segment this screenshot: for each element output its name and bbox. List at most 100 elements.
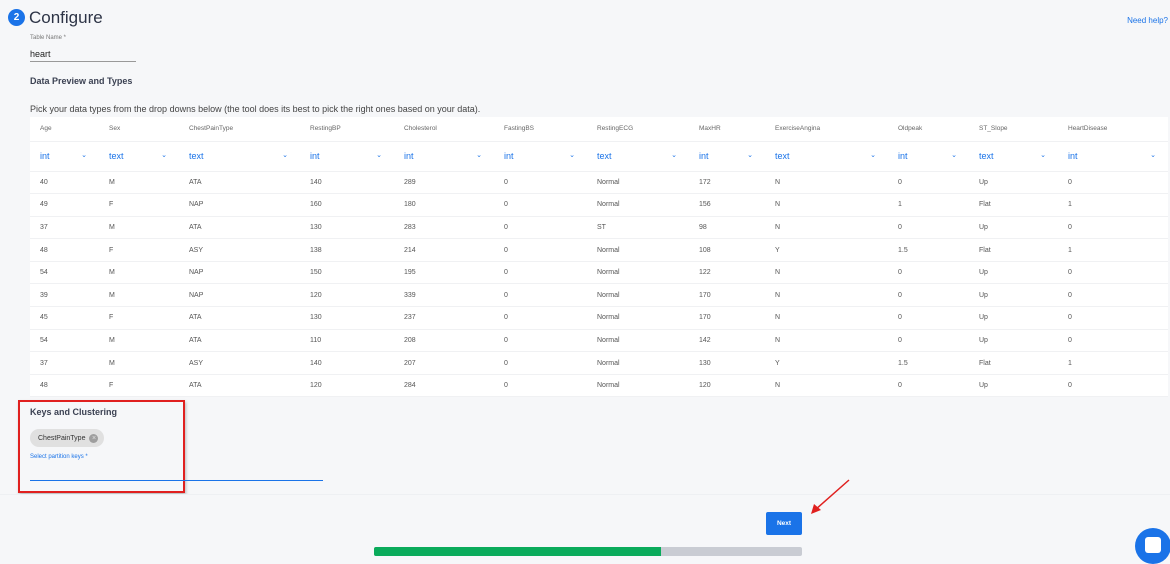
table-row: 49 F NAP 160 180 0 Normal 156 N 1 Flat 1 (30, 193, 1168, 217)
table-cell: 130 (300, 306, 394, 330)
type-value: text (597, 151, 612, 161)
type-dropdown[interactable]: int ⌄ (888, 141, 969, 172)
table-cell: ATA (179, 171, 300, 195)
table-cell: 54 (30, 261, 99, 285)
table-cell: M (99, 216, 179, 240)
table-cell: 0 (888, 374, 969, 398)
chat-button[interactable] (1135, 528, 1170, 564)
table-cell: N (765, 374, 888, 398)
table-row: 37 M ATA 130 283 0 ST 98 N 0 Up 0 (30, 216, 1168, 240)
table-cell: 180 (394, 193, 494, 217)
table-cell: 0 (1058, 306, 1168, 330)
chevron-down-icon: ⌄ (1040, 152, 1046, 159)
table-cell: 0 (888, 306, 969, 330)
table-cell: 0 (494, 261, 587, 285)
type-dropdown[interactable]: text ⌄ (765, 141, 888, 172)
table-cell: 130 (300, 216, 394, 240)
table-cell: ST (587, 216, 689, 240)
chip-label: ChestPainType (38, 434, 86, 442)
table-cell: 0 (494, 283, 587, 308)
table-cell: Up (969, 171, 1058, 195)
type-dropdown[interactable]: int ⌄ (1058, 141, 1168, 172)
next-button[interactable]: Next (766, 512, 802, 535)
table-cell: Normal (587, 283, 689, 308)
type-dropdown[interactable]: int ⌄ (300, 141, 394, 172)
table-cell: 122 (689, 261, 765, 285)
table-cell: Flat (969, 238, 1058, 262)
type-dropdown[interactable]: int ⌄ (494, 141, 587, 172)
column-header: ExerciseAngina (765, 117, 888, 142)
table-cell: 39 (30, 283, 99, 308)
table-cell: 207 (394, 351, 494, 375)
table-name-label: Table Name * (30, 35, 67, 41)
table-cell: 140 (300, 171, 394, 195)
column-header: Cholesterol (394, 117, 494, 142)
chevron-down-icon: ⌄ (951, 152, 957, 159)
table-cell: 195 (394, 261, 494, 285)
table-cell: Up (969, 374, 1058, 398)
table-cell: M (99, 351, 179, 375)
table-cell: Up (969, 306, 1058, 330)
column-header: RestingBP (300, 117, 394, 142)
type-dropdown[interactable]: int ⌄ (30, 141, 99, 172)
chat-icon (1145, 537, 1161, 553)
table-cell: 0 (494, 329, 587, 353)
progress-bar (374, 547, 802, 556)
table-cell: 284 (394, 374, 494, 398)
table-cell: 0 (494, 193, 587, 217)
table-cell: 1 (1058, 238, 1168, 262)
table-cell: Normal (587, 238, 689, 262)
type-dropdown[interactable]: text ⌄ (179, 141, 300, 172)
type-value: int (310, 151, 320, 161)
table-cell: Up (969, 216, 1058, 240)
table-cell: F (99, 374, 179, 398)
table-cell: 98 (689, 216, 765, 240)
table-cell: Normal (587, 374, 689, 398)
type-value: int (1068, 151, 1078, 161)
table-cell: 40 (30, 171, 99, 195)
type-dropdown[interactable]: int ⌄ (689, 141, 765, 172)
table-cell: 45 (30, 306, 99, 330)
type-dropdown[interactable]: text ⌄ (587, 141, 689, 172)
table-row: 48 F ATA 120 284 0 Normal 120 N 0 Up 0 (30, 374, 1168, 398)
partition-key-chip[interactable]: ChestPainType × (30, 429, 105, 447)
table-cell: 0 (494, 351, 587, 375)
table-cell: 339 (394, 283, 494, 308)
type-dropdown[interactable]: text ⌄ (969, 141, 1058, 172)
remove-chip-icon[interactable]: × (89, 433, 99, 443)
table-cell: M (99, 261, 179, 285)
chevron-down-icon: ⌄ (671, 152, 677, 159)
partition-keys-input[interactable] (30, 480, 323, 481)
table-header-row: Age Sex ChestPainType RestingBP Cholesterol F… (30, 117, 1168, 142)
table-cell: 140 (300, 351, 394, 375)
type-value: text (109, 151, 124, 161)
type-dropdown[interactable]: text ⌄ (99, 141, 179, 172)
data-preview-table: Age Sex ChestPainType RestingBP Cholesterol F… (30, 117, 1168, 398)
table-cell: Normal (587, 351, 689, 375)
table-cell: 289 (394, 171, 494, 195)
table-cell: N (765, 329, 888, 353)
table-cell: ASY (179, 238, 300, 262)
table-name-input[interactable] (30, 46, 136, 62)
chevron-down-icon: ⌄ (81, 152, 87, 159)
table-row: 40 M ATA 140 289 0 Normal 172 N 0 Up 0 (30, 171, 1168, 195)
column-header: ChestPainType (179, 117, 300, 142)
table-cell: Y (765, 238, 888, 262)
table-cell: 108 (689, 238, 765, 262)
table-cell: 0 (494, 238, 587, 262)
partition-keys-label: Select partition keys * (30, 454, 88, 460)
need-help-link[interactable]: Need help? (1127, 16, 1168, 25)
table-cell: ATA (179, 216, 300, 240)
table-cell: 214 (394, 238, 494, 262)
table-cell: 0 (1058, 216, 1168, 240)
chevron-down-icon: ⌄ (376, 152, 382, 159)
table-cell: 1.5 (888, 238, 969, 262)
type-value: int (404, 151, 414, 161)
table-row: 37 M ASY 140 207 0 Normal 130 Y 1.5 Flat 1 (30, 351, 1168, 375)
table-cell: Up (969, 329, 1058, 353)
table-cell: 1 (1058, 351, 1168, 375)
type-dropdown[interactable]: int ⌄ (394, 141, 494, 172)
table-cell: F (99, 238, 179, 262)
table-cell: F (99, 193, 179, 217)
type-value: int (898, 151, 908, 161)
